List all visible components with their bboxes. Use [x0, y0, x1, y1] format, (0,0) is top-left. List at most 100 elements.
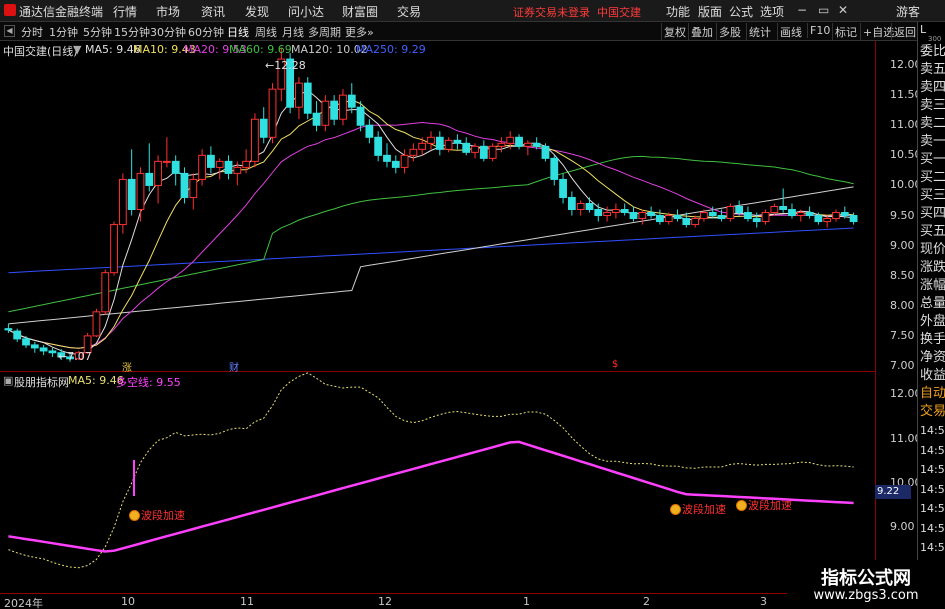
menu-ask[interactable]: 问小达	[288, 3, 324, 20]
candle-body	[700, 212, 708, 220]
side-field-label: 总量	[920, 296, 945, 311]
kline-chart[interactable]	[0, 41, 875, 372]
login-warning[interactable]: 证券交易未登录 中国交建	[513, 4, 641, 20]
candle-body	[101, 272, 110, 313]
candle-body	[215, 160, 224, 168]
side-field-label: 收益	[920, 368, 945, 383]
candle-body	[268, 88, 277, 138]
candle-body	[145, 172, 154, 186]
signal-label: 波段加速	[682, 503, 726, 516]
minimize-icon[interactable]: −	[797, 3, 807, 17]
menu-trade[interactable]: 交易	[397, 3, 421, 20]
candle-body	[339, 94, 347, 120]
low-price-label: ←7.07	[58, 350, 92, 363]
candle-body	[629, 212, 638, 220]
menu-formula[interactable]: 公式	[729, 3, 753, 20]
price-tick-label: 9.50	[890, 208, 915, 222]
menu-market[interactable]: 行情	[113, 3, 137, 20]
multi-stock-button[interactable]: 多股	[716, 23, 743, 41]
candle-body	[523, 142, 532, 147]
candle-body	[453, 139, 462, 144]
side-field-label: 买三	[920, 188, 945, 203]
guest-label[interactable]: 游客	[896, 3, 920, 20]
menu-layout[interactable]: 版面	[698, 3, 722, 20]
main-kline-panel[interactable]: 中国交建(日线) ▼ MA5: 9.46 MA10: 9.43 MA20: 9.53…	[0, 41, 875, 374]
candle-body	[823, 218, 832, 223]
date-label: 3	[760, 595, 767, 608]
side-field-label[interactable]: 自动	[918, 385, 945, 403]
side-field-label: 卖五	[920, 62, 945, 77]
candle-body	[198, 154, 206, 180]
watermark-title: 指标公式网	[821, 568, 911, 589]
restore-rights-button[interactable]: 复权	[661, 23, 688, 41]
candle-body	[312, 112, 321, 126]
indicator-longshort-legend: 多空线: 9.55	[116, 376, 181, 389]
nav-left-icon[interactable]: ◀	[4, 25, 15, 37]
candle-body	[576, 202, 585, 211]
period-more-label: 更多	[345, 26, 367, 39]
menu-news[interactable]: 资讯	[201, 3, 225, 20]
ma-line	[8, 121, 854, 349]
period-more[interactable]: 更多»	[345, 24, 374, 40]
candle-body	[251, 118, 259, 162]
draw-line-button[interactable]: 画线	[777, 23, 804, 41]
indicator-panel[interactable]: ▣ 股朋指标网 MA5: 9.46 多空线: 9.55 波段加速 波段加速 波段…	[0, 372, 875, 594]
side-field-label: 买二	[920, 170, 945, 185]
maximize-icon[interactable]: ▭	[818, 3, 829, 17]
period-timeshare[interactable]: 分时	[21, 24, 43, 40]
watermark: 指标公式网 www.zbgs3.com	[787, 560, 945, 609]
side-field-label[interactable]: 交易	[918, 403, 945, 421]
menu-options[interactable]: 选项	[760, 3, 784, 20]
menu-discover[interactable]: 发现	[245, 3, 269, 20]
candle-body	[779, 206, 788, 211]
period-5min[interactable]: 5分钟	[83, 24, 112, 40]
candle-body	[532, 142, 541, 147]
watermark-url: www.zbgs3.com	[813, 588, 919, 603]
f10-button[interactable]: F10	[807, 23, 832, 38]
candle-body	[22, 338, 30, 346]
candle-body	[664, 215, 673, 223]
period-weekly[interactable]: 周线	[255, 24, 277, 40]
indicator-longshort-line	[8, 440, 854, 553]
menu-function[interactable]: 功能	[666, 3, 690, 20]
back-button[interactable]: 返回	[891, 23, 918, 41]
side-field-label: 卖三	[920, 98, 945, 113]
period-daily[interactable]: 日线	[227, 24, 249, 40]
candle-body	[585, 202, 594, 211]
period-60min[interactable]: 60分钟	[188, 24, 224, 40]
indicator-chart[interactable]	[0, 372, 875, 594]
menu-wealth[interactable]: 财富圈	[342, 3, 378, 20]
quote-side-panel: L 300 委比 卖五 卖四 卖三 卖二 卖一 买一 买二 买三 买四 买五 现价 涨跌 涨幅 总量 外盘 换手…	[917, 22, 945, 609]
period-monthly[interactable]: 月线	[282, 24, 304, 40]
legend-toggle-icon[interactable]: ▼	[73, 43, 81, 56]
overlay-button[interactable]: 叠加	[688, 23, 715, 41]
price-tick-label: 7.00	[890, 358, 915, 372]
candle-body	[603, 212, 611, 217]
period-1min[interactable]: 1分钟	[49, 24, 78, 40]
candle-body	[462, 142, 471, 153]
period-30min[interactable]: 30分钟	[150, 24, 186, 40]
candle-body	[374, 136, 383, 156]
candle-body	[127, 178, 136, 211]
high-price-value: 12.28	[274, 59, 306, 72]
mark-button[interactable]: 标记	[832, 23, 859, 41]
menu-markets[interactable]: 市场	[156, 3, 180, 20]
period-multi[interactable]: 多周期	[308, 24, 341, 40]
candle-body	[48, 350, 57, 354]
tick-time: 14:56	[920, 482, 945, 496]
signal-icon	[736, 500, 747, 511]
candle-body	[321, 100, 330, 126]
signal-icon	[129, 510, 140, 521]
stats-button[interactable]: 统计	[746, 23, 773, 41]
ma-legend-item: MA250: 9.29	[356, 43, 426, 56]
close-icon[interactable]: ✕	[838, 3, 848, 17]
candle-body	[814, 215, 823, 223]
stock-link[interactable]: 中国交建	[597, 6, 641, 19]
candle-body	[171, 160, 180, 174]
indicator-toggle-icon[interactable]: ▣	[3, 374, 13, 387]
candle-body	[656, 215, 664, 223]
event-marker-dividend[interactable]: $	[612, 359, 618, 370]
date-axis: 2024年 10 11 12 1 2 3	[0, 594, 875, 609]
date-label: 1	[523, 595, 530, 608]
period-15min[interactable]: 15分钟	[114, 24, 150, 40]
